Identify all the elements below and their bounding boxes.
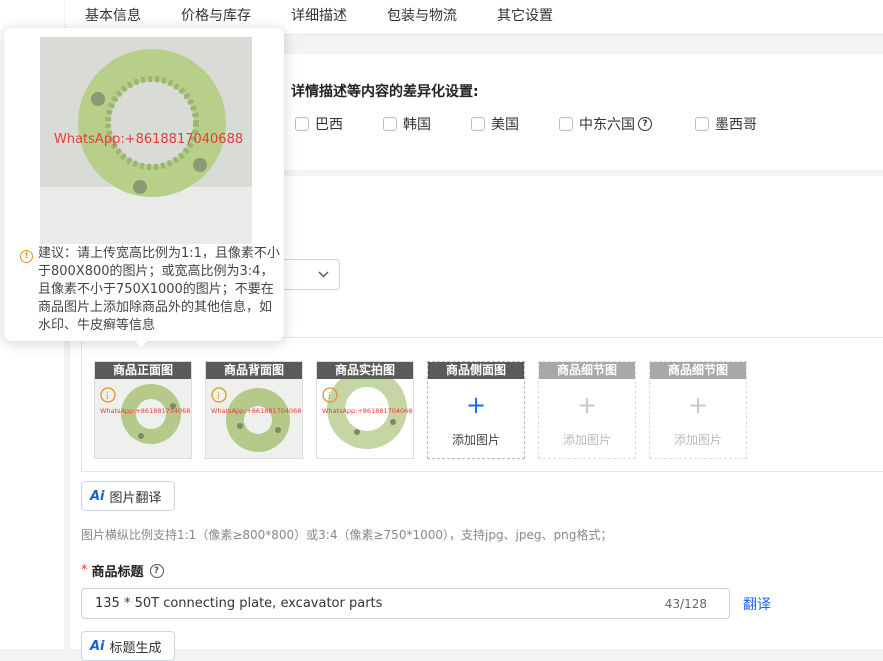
slot-label: 商品实拍图 — [317, 362, 413, 379]
image-slot-detail-1[interactable]: 商品细节图 + 添加图片 — [538, 361, 636, 459]
checkbox-box[interactable] — [383, 117, 397, 131]
diff-settings-label: 详情描述等内容的差异化设置: — [291, 84, 479, 100]
title-label: 商品标题 — [91, 565, 144, 580]
thumb-watermark: WhatsApp:+8618817040688 — [100, 407, 192, 415]
tab-detail[interactable]: 详细描述 — [291, 5, 347, 25]
title-generate-button[interactable]: Ai 标题生成 — [81, 631, 175, 661]
preview-watermark: WhatsApp:+8618817040688 — [54, 132, 243, 147]
checkbox-box[interactable] — [295, 117, 309, 131]
ai-icon: Ai — [90, 488, 105, 504]
product-preview-image: WhatsApp:+8618817040688 — [40, 37, 252, 244]
add-image-label: 添加图片 — [451, 433, 500, 447]
slot-label: 商品细节图 — [539, 362, 635, 379]
image-slot-side[interactable]: 商品侧面图 + 添加图片 — [427, 361, 525, 459]
svg-text:i: i — [106, 392, 109, 402]
slot-label: 商品正面图 — [95, 362, 191, 379]
help-icon[interactable]: ? — [638, 117, 652, 131]
image-translate-button[interactable]: Ai 图片翻译 — [81, 481, 175, 511]
thumb-watermark: WhatsApp:+8618817040688 — [211, 407, 303, 415]
plus-icon: + — [687, 391, 709, 419]
image-tooltip: WhatsApp:+8618817040688 ! 建议：请上传宽高比例为1:1… — [4, 28, 284, 341]
checkbox-box[interactable] — [471, 117, 485, 131]
warning-icon: ! — [20, 250, 33, 263]
checkbox-label: 巴西 — [315, 117, 343, 133]
checkbox-label: 中东六国 — [579, 117, 635, 133]
image-slot-photo[interactable]: WhatsApp:+8618817040688 i 商品实拍图 — [316, 361, 414, 459]
svg-text:i: i — [328, 392, 331, 402]
image-slot-back[interactable]: WhatsApp:+8618817040688 i 商品背面图 — [205, 361, 303, 459]
title-field-label: * 商品标题 ? — [81, 561, 164, 580]
tab-packaging[interactable]: 包装与物流 — [387, 5, 457, 25]
image-hint: 图片横纵比例支持1:1（像素≥800*800）或3:4（像素≥750*1000）… — [81, 528, 613, 542]
plus-icon: + — [465, 391, 487, 419]
checkbox-label: 韩国 — [403, 117, 431, 133]
ai-icon: Ai — [90, 638, 105, 654]
checkbox-middle-east[interactable]: 中东六国? — [559, 115, 652, 133]
slot-label: 商品细节图 — [650, 362, 746, 379]
tooltip-text: 建议：请上传宽高比例为1:1，且像素不小于800X800的图片；或宽高比例为3:… — [38, 246, 280, 333]
tab-basic-info[interactable]: 基本信息 — [85, 5, 141, 25]
checkbox-mexico[interactable]: 墨西哥 — [695, 115, 757, 133]
plus-icon: + — [576, 391, 598, 419]
checkbox-box[interactable] — [559, 117, 573, 131]
required-mark: * — [81, 563, 88, 578]
tooltip-arrow — [133, 339, 149, 347]
checkbox-korea[interactable]: 韩国 — [383, 115, 431, 133]
checkbox-label: 墨西哥 — [715, 117, 757, 133]
checkbox-brazil[interactable]: 巴西 — [295, 115, 343, 133]
title-translate-link[interactable]: 翻译 — [743, 594, 771, 614]
image-slot-front[interactable]: WhatsApp:+8618817040688 i 商品正面图 — [94, 361, 192, 459]
char-count: 43/128 — [664, 597, 707, 611]
slot-label: 商品侧面图 — [428, 362, 524, 379]
image-slot-detail-2[interactable]: 商品细节图 + 添加图片 — [649, 361, 747, 459]
image-translate-label: 图片翻译 — [109, 490, 162, 506]
help-icon[interactable]: ? — [149, 563, 164, 578]
add-image-label: 添加图片 — [562, 433, 611, 447]
thumb-watermark: WhatsApp:+8618817040688 — [322, 407, 414, 415]
title-generate-label: 标题生成 — [109, 640, 162, 656]
add-image-label: 添加图片 — [673, 433, 722, 447]
tab-price-stock[interactable]: 价格与库存 — [181, 5, 251, 25]
title-input-value[interactable]: 135 * 50T connecting plate, excavator pa… — [95, 596, 382, 611]
slot-label: 商品背面图 — [206, 362, 302, 379]
tab-other[interactable]: 其它设置 — [497, 5, 553, 25]
checkbox-label: 美国 — [491, 117, 519, 133]
checkbox-box[interactable] — [695, 117, 709, 131]
title-input[interactable]: 135 * 50T connecting plate, excavator pa… — [81, 588, 730, 619]
checkbox-usa[interactable]: 美国 — [471, 115, 519, 133]
svg-text:i: i — [217, 392, 220, 402]
chevron-down-icon — [318, 271, 329, 278]
